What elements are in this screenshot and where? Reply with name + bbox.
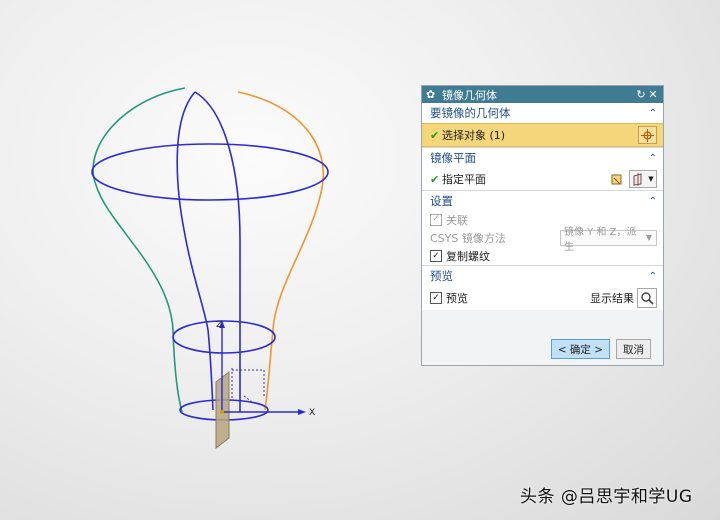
associative-label: 关联 <box>446 213 468 227</box>
plane-type-dropdown[interactable]: ▼ <box>629 170 657 188</box>
mirror-geometry-dialog: ✿ 镜像几何体 ↻ ✕ 要镜像的几何体 ⌃ ✔ 选择对象 (1) 镜像平面 ⌃ <box>421 85 664 366</box>
show-result-label: 显示结果 <box>590 292 634 305</box>
z-axis-label: Z <box>216 320 222 330</box>
dialog-titlebar[interactable]: ✿ 镜像几何体 ↻ ✕ <box>422 86 663 103</box>
csys-method-dropdown: 镜像 Y 和 Z，派生 ▼ <box>560 227 657 253</box>
mirror-plane-section-title: 镜像平面 <box>430 151 476 165</box>
csys-row: CSYS 镜像方法 镜像 Y 和 Z，派生 ▼ <box>422 227 663 253</box>
back-profile-curve <box>194 91 241 412</box>
dialog-title: 镜像几何体 <box>442 88 497 102</box>
x-axis-arrow <box>298 409 306 415</box>
right-profile-curve <box>237 91 324 411</box>
select-object-button[interactable] <box>638 126 657 144</box>
chevron-down-icon: ▼ <box>648 175 654 183</box>
settings-section: 设置 ⌃ ✓ 关联 CSYS 镜像方法 镜像 Y 和 Z，派生 ▼ ✓ 复制螺纹 <box>422 191 663 266</box>
select-object-row[interactable]: ✔ 选择对象 (1) <box>422 123 663 147</box>
magnifier-icon <box>641 292 654 305</box>
preview-row: ✓ 预览 显示结果 <box>422 286 663 310</box>
specify-plane-row[interactable]: ✔ 指定平面 ▼ <box>422 168 663 190</box>
chevron-up-icon[interactable]: ⌃ <box>649 196 657 207</box>
preview-section: 预览 ⌃ ✓ 预览 显示结果 <box>422 266 663 310</box>
preview-section-header[interactable]: 预览 ⌃ <box>422 266 663 286</box>
geometry-section-title: 要镜像的几何体 <box>430 106 511 120</box>
plane-dialog-icon[interactable] <box>608 170 627 188</box>
origin-point <box>220 410 224 414</box>
chevron-up-icon[interactable]: ⌃ <box>649 153 657 164</box>
geometry-section: 要镜像的几何体 ⌃ ✔ 选择对象 (1) <box>422 103 663 148</box>
csys-method-value: 镜像 Y 和 Z，派生 <box>564 226 637 253</box>
select-object-label: 选择对象 (1) <box>442 129 506 142</box>
specify-plane-label: 指定平面 <box>442 173 486 186</box>
associative-checkbox: ✓ <box>430 213 442 226</box>
copy-thread-checkbox[interactable]: ✓ <box>430 250 442 262</box>
settings-section-header[interactable]: 设置 ⌃ <box>422 191 663 211</box>
chevron-up-icon[interactable]: ⌃ <box>649 271 657 282</box>
preview-checkbox[interactable]: ✓ <box>430 292 442 304</box>
cancel-button[interactable]: 取消 <box>616 339 651 359</box>
watermark-text: 头条 @吕思宇和学UG <box>520 487 693 507</box>
reset-icon[interactable]: ↻ <box>635 88 647 101</box>
csys-label: CSYS 镜像方法 <box>430 231 506 245</box>
top-section-ellipse <box>91 143 329 201</box>
ok-button[interactable]: < 确定 > <box>550 339 610 359</box>
settings-section-title: 设置 <box>430 194 453 208</box>
gear-icon[interactable]: ✿ <box>426 88 438 101</box>
x-axis-label: X <box>309 408 315 418</box>
crosshair-icon <box>641 128 654 142</box>
front-profile-curve <box>176 91 214 411</box>
check-icon: ✔ <box>430 128 440 142</box>
check-icon: ✔ <box>430 172 440 186</box>
chevron-down-icon: ▼ <box>645 233 652 242</box>
plane-icon <box>633 172 642 186</box>
close-icon[interactable]: ✕ <box>647 88 659 101</box>
preview-label: 预览 <box>446 292 468 305</box>
copy-thread-label: 复制螺纹 <box>446 250 490 263</box>
dialog-footer: < 确定 > 取消 <box>422 333 663 365</box>
chevron-up-icon[interactable]: ⌃ <box>649 108 657 119</box>
left-profile-curve <box>92 87 186 413</box>
geometry-section-header[interactable]: 要镜像的几何体 ⌃ <box>422 103 663 123</box>
mirror-plane-section-header[interactable]: 镜像平面 ⌃ <box>422 148 663 168</box>
construction-lines <box>231 368 265 403</box>
show-result-button[interactable] <box>637 288 657 308</box>
preview-section-title: 预览 <box>430 269 453 283</box>
mirror-plane-section: 镜像平面 ⌃ ✔ 指定平面 ▼ <box>422 148 663 191</box>
